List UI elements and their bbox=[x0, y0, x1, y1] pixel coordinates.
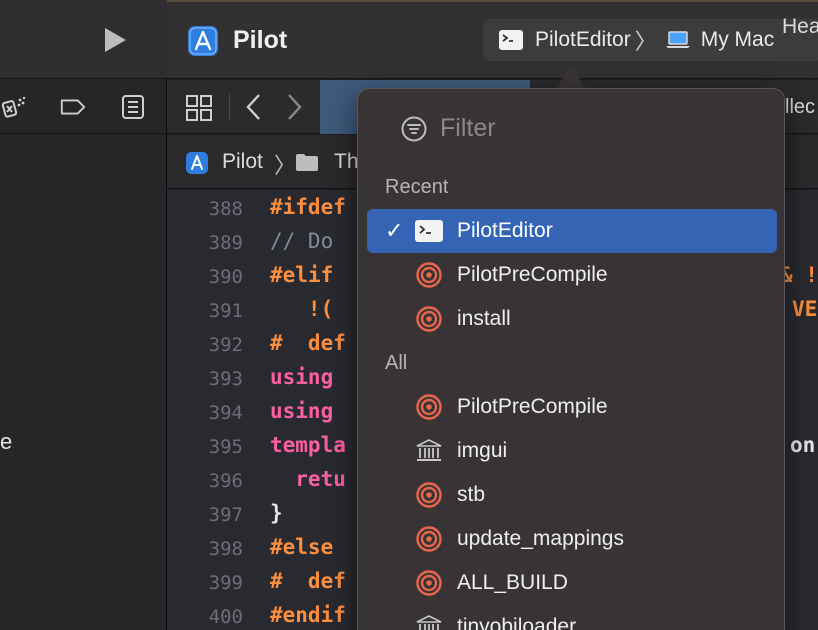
line-number: 399 bbox=[208, 572, 243, 594]
terminal-icon bbox=[414, 218, 444, 244]
popover-arrow bbox=[557, 64, 585, 89]
target-icon bbox=[414, 570, 444, 596]
code-text: #ifdef bbox=[270, 195, 346, 219]
filter-icon bbox=[401, 116, 427, 142]
navigator-text-fragment: e bbox=[0, 429, 13, 454]
terminal-icon bbox=[499, 30, 523, 50]
scheme-menu-item[interactable]: ✓ PilotEditor bbox=[367, 209, 777, 253]
scheme-menu-item[interactable]: install bbox=[367, 297, 777, 341]
window-toolbar: Pilot PilotEditor 〉 My Mac bbox=[167, 0, 818, 79]
run-destination-name[interactable]: My Mac bbox=[701, 28, 775, 52]
scheme-menu-item[interactable]: update_mappings bbox=[367, 517, 777, 561]
scheme-menu-item-label: PilotPreCompile bbox=[457, 395, 608, 418]
scheme-menu-item[interactable]: stb bbox=[367, 473, 777, 517]
breakpoint-navigator-button[interactable] bbox=[59, 94, 87, 120]
code-text: #elif bbox=[270, 263, 334, 287]
chevron-right-icon: 〉 bbox=[274, 153, 297, 178]
target-icon bbox=[414, 526, 444, 552]
line-number: 398 bbox=[208, 538, 243, 560]
line-number: 397 bbox=[208, 504, 243, 526]
line-number: 388 bbox=[208, 198, 243, 220]
filter-input[interactable] bbox=[440, 109, 740, 147]
scheme-menu-item[interactable]: ALL_BUILD bbox=[367, 561, 777, 605]
code-text: } bbox=[270, 501, 283, 525]
scheme-menu-item-label: PilotEditor bbox=[457, 219, 553, 242]
scheme-name[interactable]: PilotEditor bbox=[535, 28, 631, 52]
navigator-toolbar bbox=[0, 0, 167, 79]
code-text-fragment: on bbox=[790, 433, 816, 457]
report-list-icon bbox=[122, 95, 144, 119]
code-text: retu bbox=[270, 467, 346, 491]
scheme-menu-item-label: stb bbox=[457, 483, 486, 506]
code-text: // Do bbox=[270, 229, 334, 253]
recent-section-label: Recent bbox=[385, 176, 449, 198]
breakpoint-tag-icon bbox=[60, 99, 86, 115]
code-text: templa bbox=[270, 433, 346, 457]
target-icon bbox=[414, 262, 444, 288]
scheme-menu-item-label: tinyobjloader bbox=[457, 615, 577, 630]
code-text: using bbox=[270, 365, 334, 389]
target-icon bbox=[414, 394, 444, 420]
line-number: 393 bbox=[208, 368, 243, 390]
code-text-fragment: & ! bbox=[780, 263, 818, 287]
scheme-menu-item[interactable]: PilotPreCompile bbox=[367, 253, 777, 297]
target-icon bbox=[414, 482, 444, 508]
issue-navigator-button[interactable] bbox=[0, 94, 28, 120]
all-section-label: All bbox=[385, 352, 408, 374]
scheme-menu-item-label: install bbox=[457, 307, 511, 330]
scheme-menu-item-label: ALL_BUILD bbox=[457, 571, 568, 594]
checkmark-icon: ✓ bbox=[385, 218, 404, 243]
code-text: #endif bbox=[270, 603, 346, 627]
scheme-menu-item-label: update_mappings bbox=[457, 527, 624, 550]
line-number: 395 bbox=[208, 436, 243, 458]
line-number: 392 bbox=[208, 334, 243, 356]
related-items-grid-icon[interactable] bbox=[185, 94, 213, 122]
code-text: #else bbox=[270, 535, 334, 559]
library-icon bbox=[414, 614, 444, 630]
xcode-app-icon bbox=[188, 26, 218, 56]
issue-icon bbox=[1, 96, 26, 118]
laptop-icon bbox=[665, 31, 690, 48]
scheme-menu-item-label: PilotPreCompile bbox=[457, 263, 608, 286]
scheme-menu-item[interactable]: PilotPreCompile bbox=[367, 385, 777, 429]
line-number: 390 bbox=[208, 266, 243, 288]
play-icon bbox=[105, 28, 126, 52]
code-text: # def bbox=[270, 569, 346, 593]
library-icon bbox=[414, 438, 444, 464]
navigator-pane: e bbox=[0, 0, 167, 630]
line-number: 391 bbox=[208, 300, 243, 322]
line-number: 389 bbox=[208, 232, 243, 254]
tab-title-fragment[interactable]: llec bbox=[785, 96, 815, 119]
jump-bar-project[interactable]: Pilot bbox=[222, 150, 263, 174]
line-number: 396 bbox=[208, 470, 243, 492]
scheme-menu-popover: Recent All ✓ PilotEditor PilotPreCompile in… bbox=[357, 88, 785, 630]
xcode-project-icon bbox=[186, 152, 208, 174]
code-text: # def bbox=[270, 331, 346, 355]
folder-icon bbox=[296, 154, 318, 171]
jump-bar-folder[interactable]: Th bbox=[334, 150, 359, 174]
code-text: !( bbox=[270, 297, 334, 321]
filter-row bbox=[358, 109, 784, 149]
line-number: 400 bbox=[208, 606, 243, 628]
run-button[interactable] bbox=[98, 26, 130, 54]
chevron-left-icon[interactable] bbox=[243, 92, 265, 122]
toolbar-divider bbox=[229, 94, 230, 120]
line-number: 394 bbox=[208, 402, 243, 424]
scheme-menu-item[interactable]: imgui bbox=[367, 429, 777, 473]
chevron-right-icon: 〉 bbox=[634, 29, 657, 54]
chevron-right-icon[interactable] bbox=[283, 92, 305, 122]
target-icon bbox=[414, 306, 444, 332]
project-title: Pilot bbox=[233, 26, 288, 54]
jump-bar-file-fragment[interactable]: Hea bbox=[782, 15, 818, 39]
scheme-menu-item[interactable]: tinyobjloader bbox=[367, 605, 777, 630]
report-navigator-button[interactable] bbox=[119, 94, 147, 120]
scheme-menu-item-label: imgui bbox=[457, 439, 508, 462]
code-text-fragment: VE bbox=[792, 297, 818, 321]
code-text: using bbox=[270, 399, 334, 423]
scheme-selector[interactable]: PilotEditor 〉 My Mac bbox=[483, 19, 818, 61]
